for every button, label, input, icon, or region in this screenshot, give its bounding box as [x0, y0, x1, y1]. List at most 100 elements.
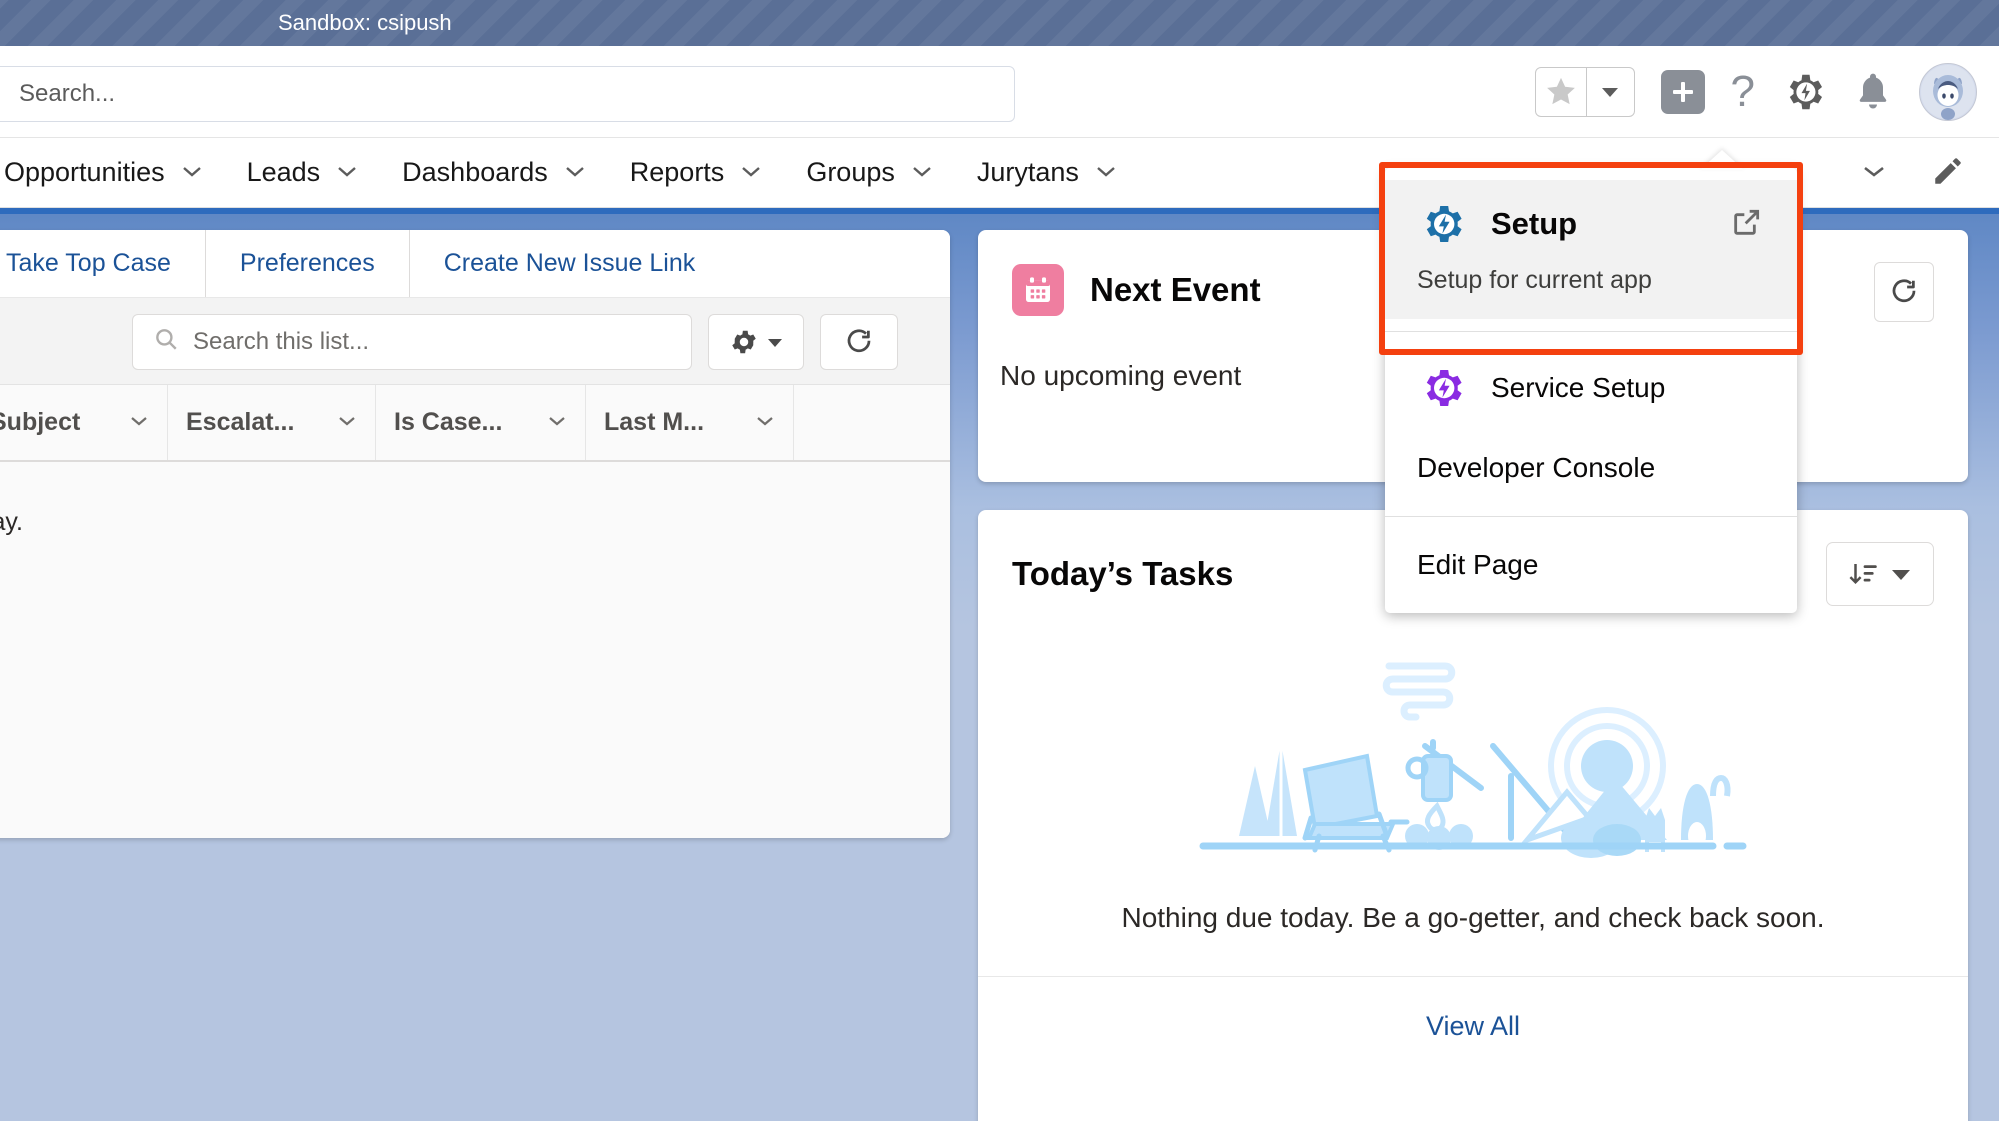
- button-label: Preferences: [239, 249, 375, 277]
- refresh-icon: [847, 329, 871, 353]
- nav-label: Reports: [629, 157, 725, 187]
- help-icon[interactable]: ?: [1731, 70, 1755, 114]
- menu-item-edit-page[interactable]: Edit Page: [1385, 529, 1797, 601]
- nav-item-dashboards[interactable]: Dashboards: [380, 157, 608, 188]
- column-label: Last M...: [604, 408, 705, 436]
- menu-item-label: Developer Console: [1417, 452, 1656, 483]
- column-header-is-case[interactable]: Is Case...: [376, 385, 586, 460]
- chevron-down-icon[interactable]: [181, 163, 203, 183]
- sandbox-label: Sandbox: csipush: [278, 10, 452, 35]
- list-settings-button[interactable]: [708, 314, 804, 370]
- list-view-toolbar: go Search this list...: [0, 298, 950, 384]
- chevron-down-icon: [768, 338, 782, 347]
- search-placeholder: Search...: [19, 80, 116, 107]
- todays-tasks-title: Today’s Tasks: [1012, 555, 1234, 592]
- button-label: Take Top Case: [6, 249, 171, 277]
- chevron-down-icon[interactable]: [337, 412, 357, 434]
- link-label: View All: [1425, 1011, 1521, 1041]
- list-search-input[interactable]: Search this list...: [132, 314, 692, 370]
- global-header: Search... ?: [0, 46, 1999, 138]
- setup-menu-page-section: Edit Page: [1385, 517, 1797, 613]
- button-label: Create New Issue Link: [443, 249, 696, 277]
- chevron-down-icon[interactable]: [336, 163, 358, 183]
- chevron-down-icon: [1892, 569, 1910, 580]
- column-label: Subject: [0, 408, 81, 436]
- nav-item-jurytans[interactable]: Jurytans: [955, 157, 1139, 188]
- external-link-icon[interactable]: [1731, 206, 1763, 243]
- favorites-star-icon[interactable]: [1536, 68, 1586, 116]
- chevron-down-icon[interactable]: [911, 163, 933, 183]
- favorites-dropdown-icon[interactable]: [1585, 68, 1634, 116]
- chevron-down-icon[interactable]: [1095, 163, 1117, 183]
- global-search-input[interactable]: Search...: [0, 66, 1015, 122]
- gear-purple-icon: [1417, 364, 1465, 412]
- menu-item-label: Edit Page: [1417, 549, 1539, 580]
- next-event-title: Next Event: [1090, 271, 1261, 308]
- column-header-subject[interactable]: Subject: [0, 385, 168, 460]
- menu-item-setup[interactable]: Setup Setup for current app: [1385, 180, 1797, 319]
- list-refresh-button[interactable]: [820, 314, 898, 370]
- column-label: Escalat...: [186, 408, 295, 436]
- list-view-column-headers: Subject Escalat... Is Case...: [0, 384, 950, 462]
- setup-label: Setup: [1491, 206, 1578, 241]
- list-empty-message: play.: [0, 508, 23, 536]
- add-button[interactable]: [1660, 70, 1705, 114]
- column-label: Is Case...: [394, 408, 503, 436]
- chevron-down-icon[interactable]: [755, 412, 775, 434]
- nav-item-opportunities[interactable]: Opportunities: [0, 157, 225, 188]
- chevron-down-icon[interactable]: [129, 412, 149, 434]
- gear-blue-icon: [1417, 200, 1465, 248]
- menu-item-service-setup[interactable]: Service Setup: [1385, 344, 1797, 432]
- nav-label: Groups: [806, 157, 895, 187]
- user-avatar[interactable]: [1919, 63, 1977, 121]
- column-header-escalated[interactable]: Escalat...: [168, 385, 376, 460]
- view-all-tasks-link[interactable]: View All: [978, 977, 1968, 1042]
- preferences-button[interactable]: Preferences: [206, 230, 410, 297]
- header-icon-group: ?: [1534, 46, 1977, 138]
- setup-row: Setup: [1417, 200, 1765, 248]
- search-placeholder: Search this list...: [193, 328, 370, 355]
- setup-gear-icon[interactable]: [1781, 69, 1827, 115]
- setup-menu-primary-section: Setup Setup for current app: [1385, 168, 1797, 331]
- case-list-view-card: Take Top Case Preferences Create New Iss…: [0, 230, 950, 838]
- nav-item-leads[interactable]: Leads: [225, 157, 381, 188]
- calendar-icon: [1012, 264, 1064, 316]
- menu-item-developer-console[interactable]: Developer Console: [1385, 432, 1797, 504]
- nav-item-groups[interactable]: Groups: [784, 157, 955, 188]
- nav-label: Leads: [246, 157, 321, 187]
- pencil-icon[interactable]: [1931, 154, 1965, 193]
- search-icon: [153, 326, 179, 359]
- help-glyph: ?: [1730, 67, 1755, 116]
- nav-label: Dashboards: [402, 157, 548, 187]
- gear-icon: [732, 330, 756, 354]
- nav-right-group: [1861, 138, 1999, 208]
- refresh-icon: [1892, 279, 1916, 303]
- nav-label: Opportunities: [4, 157, 165, 187]
- menu-item-label: Service Setup: [1491, 372, 1666, 403]
- list-view-body: play.: [0, 462, 950, 838]
- setup-dropdown-menu: Setup Setup for current app Service Setu…: [1385, 168, 1797, 613]
- tasks-sort-button[interactable]: [1826, 542, 1934, 606]
- list-view-action-bar: Take Top Case Preferences Create New Iss…: [0, 230, 950, 298]
- column-header-last-modified[interactable]: Last M...: [586, 385, 794, 460]
- chevron-down-icon[interactable]: [547, 412, 567, 434]
- next-event-refresh-button[interactable]: [1874, 262, 1934, 322]
- nav-label: Jurytans: [976, 157, 1079, 187]
- notifications-bell-icon[interactable]: [1853, 70, 1893, 114]
- tasks-empty-message: Nothing due today. Be a go-getter, and c…: [1121, 902, 1825, 933]
- salesforce-lightning-page: Sandbox: csipush Search... ? Opportuniti…: [0, 0, 1999, 1121]
- nav-overflow-chevron-icon[interactable]: [1861, 163, 1887, 184]
- setup-sublabel: Setup for current app: [1417, 266, 1652, 294]
- camping-scene-illustration: [978, 650, 1968, 860]
- nav-item-reports[interactable]: Reports: [608, 157, 785, 188]
- take-top-case-button[interactable]: Take Top Case: [0, 230, 206, 297]
- setup-menu-pointer: [1700, 150, 1744, 170]
- create-new-issue-link-button[interactable]: Create New Issue Link: [410, 230, 730, 297]
- sandbox-banner: Sandbox: csipush: [0, 0, 1999, 46]
- favorites-group[interactable]: [1534, 67, 1635, 117]
- chevron-down-icon[interactable]: [740, 163, 762, 183]
- chevron-down-icon[interactable]: [564, 163, 586, 183]
- setup-menu-secondary-section: Service Setup Developer Console: [1385, 332, 1797, 516]
- column-header-actions: [794, 385, 950, 460]
- sort-descending-icon: [1849, 564, 1877, 584]
